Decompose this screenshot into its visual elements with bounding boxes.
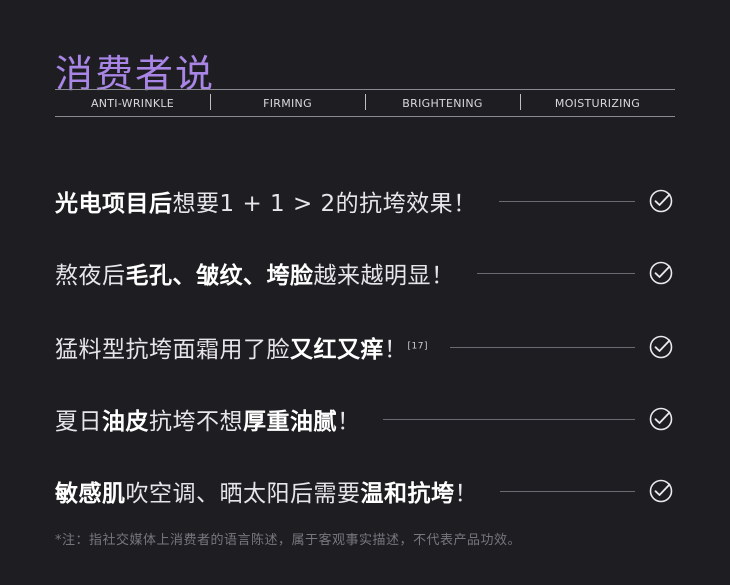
statement-highlight: 毛孔、皱纹、垮脸 [125, 263, 314, 289]
statement-plain: ！ [384, 337, 408, 363]
check-circle-icon [649, 261, 673, 285]
statement-plain: 猛料型抗垮面霜用了脸 [55, 337, 290, 363]
divider-line [449, 346, 635, 348]
consumer-statement-4: 夏日油皮抗垮不想厚重油腻！ [55, 399, 675, 439]
reference-superscript: [17] [407, 341, 428, 352]
statement-plain: 想要1 + 1 > 2的抗垮效果！ [172, 191, 477, 217]
consumer-statement-2: 熬夜后毛孔、皱纹、垮脸越来越明显！ [55, 253, 675, 293]
statement-highlight: 厚重油腻 [243, 409, 337, 435]
statement-text: 敏感肌吹空调、晒太阳后需要温和抗垮！ [55, 474, 478, 508]
consumer-statement-1: 光电项目后想要1 + 1 > 2的抗垮效果！ [55, 181, 675, 221]
statement-highlight: 温和抗垮 [360, 481, 455, 507]
check-circle-icon [649, 335, 673, 359]
consumer-statement-5: 敏感肌吹空调、晒太阳后需要温和抗垮！ [55, 471, 675, 511]
check-circle-icon [649, 189, 673, 213]
benefit-tag-bar: ANTI-WRINKLE FIRMING BRIGHTENING MOISTUR… [55, 89, 675, 117]
statement-plain: 吹空调、晒太阳后需要 [125, 481, 361, 507]
statement-text: 夏日油皮抗垮不想厚重油腻！ [55, 402, 361, 436]
tag-firming: FIRMING [210, 93, 365, 110]
statement-plain: ！ [337, 409, 361, 435]
divider-line [500, 490, 635, 492]
statement-text: 猛料型抗垮面霜用了脸又红又痒！[17] [55, 330, 428, 364]
divider-line [476, 272, 635, 274]
tag-anti-wrinkle: ANTI-WRINKLE [90, 96, 175, 110]
statement-highlight: 油皮 [102, 409, 149, 435]
statement-text: 光电项目后想要1 + 1 > 2的抗垮效果！ [55, 184, 477, 218]
statement-plain: 越来越明显！ [313, 263, 455, 289]
check-circle-icon [649, 407, 673, 431]
statement-plain: 熬夜后 [55, 263, 126, 289]
statement-plain: 夏日 [55, 409, 102, 435]
check-circle-icon [649, 479, 673, 503]
divider-line [498, 200, 635, 202]
statement-highlight: 敏感肌 [55, 481, 126, 507]
divider-line [382, 418, 635, 420]
tag-moisturizing: MOISTURIZING [520, 93, 675, 110]
statement-text: 熬夜后毛孔、皱纹、垮脸越来越明显！ [55, 256, 455, 290]
tag-brightening: BRIGHTENING [365, 93, 520, 110]
statement-highlight: 光电项目后 [55, 191, 173, 217]
consumer-statement-3: 猛料型抗垮面霜用了脸又红又痒！[17] [55, 327, 675, 367]
statement-plain: 抗垮不想 [149, 409, 243, 435]
statement-highlight: 又红又痒 [290, 337, 384, 363]
disclaimer-note: *注：指社交媒体上消费者的语言陈述，属于客观事实描述，不代表产品功效。 [55, 533, 522, 548]
statement-plain: ！ [454, 481, 478, 507]
